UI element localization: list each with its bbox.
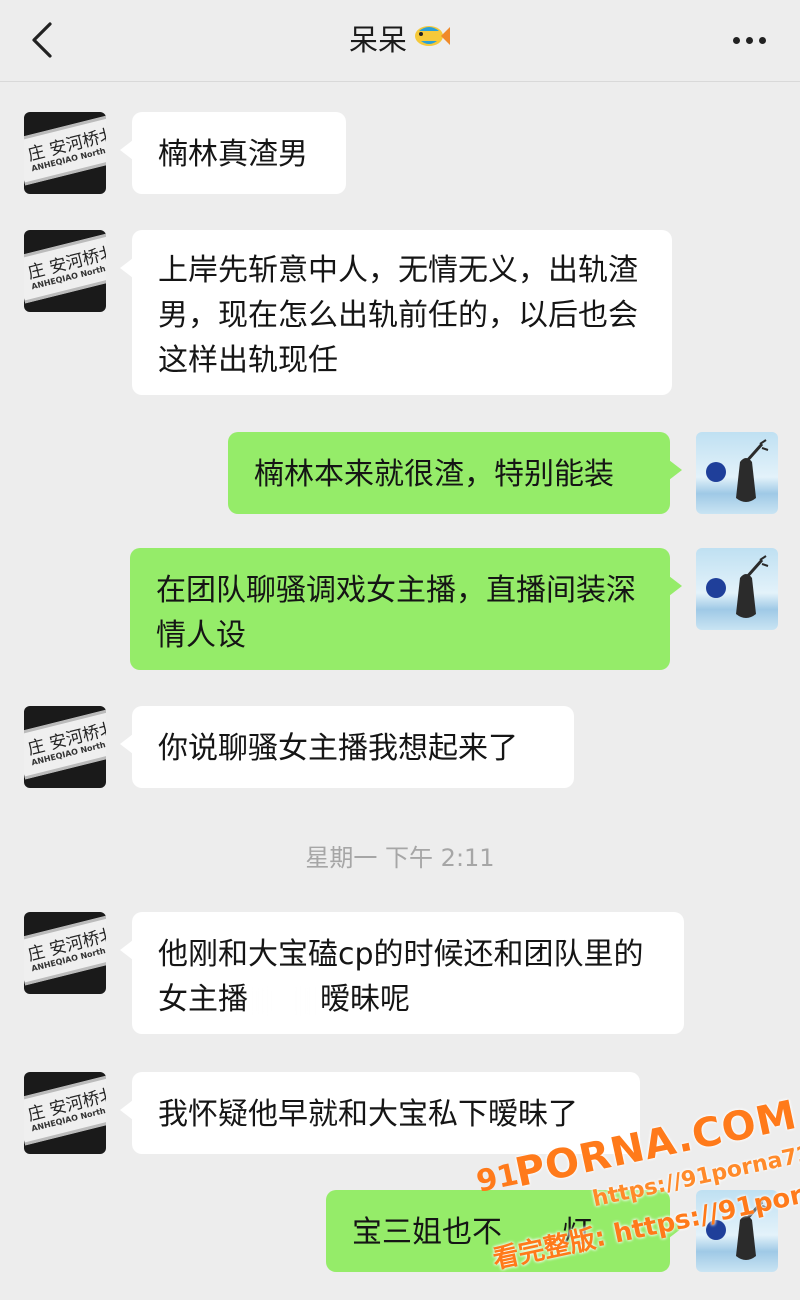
self-avatar-image: [706, 555, 769, 618]
message-text-part: 宝三姐也不: [352, 1215, 502, 1250]
message-bubble[interactable]: 你说聊骚女主播我想起来了: [120, 706, 574, 788]
message-bubble[interactable]: 楠林真渣男: [120, 112, 346, 194]
avatar-sign-plate: 庄 安河桥北 ANHEQIAO North: [24, 114, 106, 186]
message-text: 在团队聊骚调戏女主播，直播间装深情人设: [156, 573, 636, 653]
message-text: 你说聊骚女主播我想起来了: [158, 731, 518, 766]
avatar-sign-plate: 庄 安河桥北 ANHEQIAO North: [24, 914, 106, 986]
contact-avatar[interactable]: 庄 安河桥北 ANHEQIAO North: [24, 1072, 106, 1154]
more-options-button[interactable]: [730, 28, 770, 52]
message-bubble[interactable]: 上岸先斩意中人，无情无义，出轨渣男，现在怎么出轨前任的，以后也会这样出轨现任: [120, 230, 672, 395]
message-text: 楠林本来就很渣，特别能装: [254, 457, 614, 492]
avatar-sign-plate: 庄 安河桥北 ANHEQIAO North: [24, 232, 106, 304]
message-bubble[interactable]: 在团队聊骚调戏女主播，直播间装深情人设: [130, 548, 682, 670]
more-dot: [733, 37, 740, 44]
message-bubble[interactable]: 我怀疑他早就和大宝私下暧昧了: [120, 1072, 640, 1154]
chat-timestamp: 星期一 下午 2:11: [305, 844, 495, 872]
redaction-blur: [248, 985, 320, 1016]
avatar-sign-plate: 庄 安河桥北 ANHEQIAO North: [24, 1074, 106, 1146]
more-dot: [759, 37, 766, 44]
contact-name: 呆呆: [348, 23, 407, 57]
avatar-sign-plate: 庄 安河桥北 ANHEQIAO North: [24, 708, 106, 780]
message-text: 我怀疑他早就和大宝私下暧昧了: [158, 1097, 578, 1132]
message-text-part: 暧昧呢: [320, 982, 410, 1017]
message-bubble[interactable]: 宝三姐也不 灯: [326, 1190, 682, 1272]
message-bubble[interactable]: 他刚和大宝磕cp的时候还和团队里的女主播 暧昧呢: [120, 912, 684, 1034]
message-text: 楠林真渣男: [158, 137, 308, 172]
more-dot: [746, 37, 753, 44]
contact-avatar[interactable]: 庄 安河桥北 ANHEQIAO North: [24, 706, 106, 788]
self-avatar[interactable]: [696, 1190, 778, 1272]
self-avatar[interactable]: [696, 432, 778, 514]
contact-avatar[interactable]: 庄 安河桥北 ANHEQIAO North: [24, 230, 106, 312]
self-avatar-image: [706, 1197, 769, 1260]
tropical-fish-icon: [411, 19, 451, 65]
self-avatar[interactable]: [696, 548, 778, 630]
self-avatar-image: [706, 439, 769, 502]
contact-avatar[interactable]: 庄 安河桥北 ANHEQIAO North: [24, 112, 106, 194]
chat-header: 呆呆: [0, 0, 800, 82]
message-bubble[interactable]: 楠林本来就很渣，特别能装: [228, 432, 682, 514]
chat-title: 呆呆: [0, 18, 800, 65]
message-text-part: 灯: [562, 1215, 592, 1250]
contact-avatar[interactable]: 庄 安河桥北 ANHEQIAO North: [24, 912, 106, 994]
message-text: 上岸先斩意中人，无情无义，出轨渣男，现在怎么出轨前任的，以后也会这样出轨现任: [158, 253, 638, 378]
